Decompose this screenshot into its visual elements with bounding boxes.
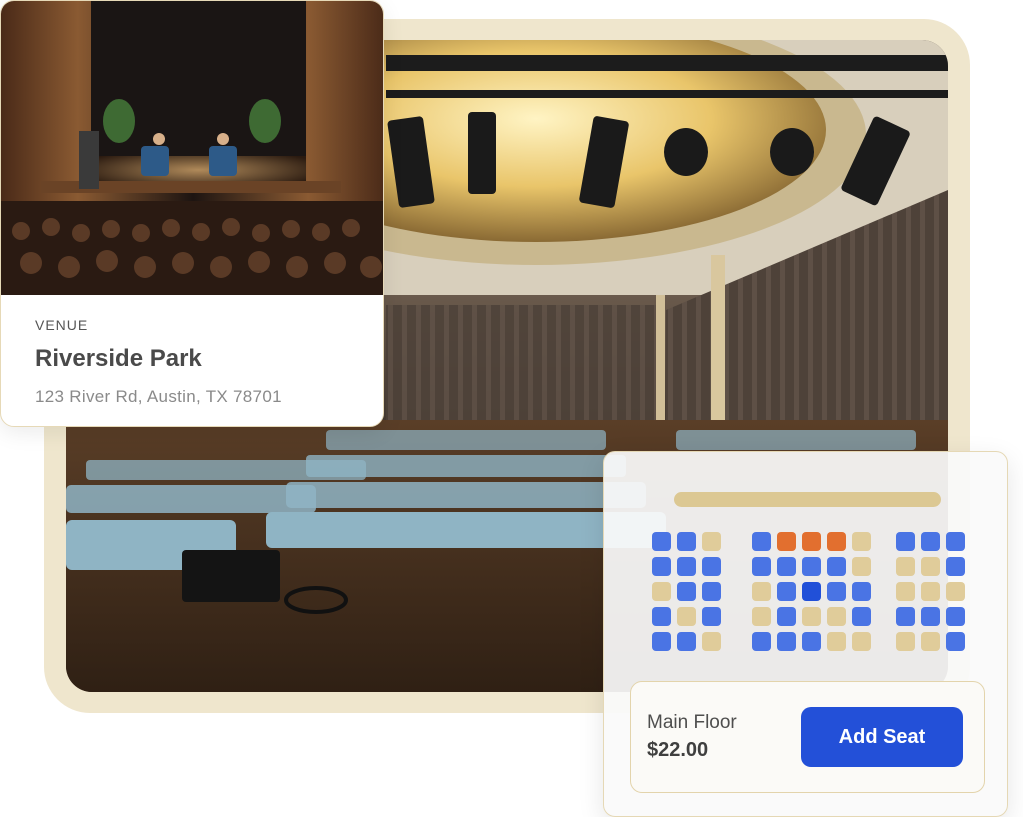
seat-available[interactable] [896,607,915,626]
seat-available[interactable] [652,557,671,576]
seat-available[interactable] [802,632,821,651]
seat-sold[interactable] [827,632,846,651]
seat-sold[interactable] [852,632,871,651]
seat-sold[interactable] [652,582,671,601]
seat-sold[interactable] [802,607,821,626]
seat-available[interactable] [852,607,871,626]
seat-sold[interactable] [752,582,771,601]
seat-available[interactable] [677,632,696,651]
seat-available[interactable] [752,632,771,651]
venue-card[interactable]: VENUE Riverside Park 123 River Rd, Austi… [0,0,384,427]
seat-block-left [652,532,721,651]
venue-name[interactable]: Riverside Park [35,345,363,373]
seat-available[interactable] [896,532,915,551]
seat-sold[interactable] [921,632,940,651]
seat-available[interactable] [677,582,696,601]
seat-available[interactable] [752,557,771,576]
seat-available[interactable] [921,532,940,551]
seat-sold[interactable] [852,532,871,551]
seat-available[interactable] [921,607,940,626]
seat-available[interactable] [946,532,965,551]
venue-kicker: VENUE [35,317,89,333]
seat-available[interactable] [702,557,721,576]
seat-sold[interactable] [702,632,721,651]
seat-available[interactable] [752,532,771,551]
seat-available[interactable] [652,607,671,626]
seat-sold[interactable] [921,582,940,601]
seat-available[interactable] [946,607,965,626]
seat-available[interactable] [777,582,796,601]
seat-available[interactable] [827,557,846,576]
venue-info: VENUE Riverside Park 123 River Rd, Austi… [35,317,363,407]
seat-available[interactable] [852,582,871,601]
seat-available[interactable] [777,557,796,576]
venue-address: 123 River Rd, Austin, TX 78701 [35,387,282,406]
seat-available[interactable] [827,582,846,601]
seat-sold[interactable] [896,582,915,601]
seat-held[interactable] [827,532,846,551]
seat-held[interactable] [777,532,796,551]
seat-available[interactable] [702,607,721,626]
add-seat-button[interactable]: Add Seat [801,707,963,767]
seat-available[interactable] [702,582,721,601]
seat-available[interactable] [946,557,965,576]
seat-available[interactable] [802,557,821,576]
stage-indicator [674,492,941,507]
seat-available[interactable] [652,632,671,651]
seat-available[interactable] [677,532,696,551]
seat-sold[interactable] [852,557,871,576]
seat-sold[interactable] [827,607,846,626]
price-value: $22.00 [647,739,709,761]
seat-sold[interactable] [946,582,965,601]
venue-stage-photo [1,1,383,295]
selection-summary: Main Floor $22.00 Add Seat [630,681,985,793]
seat-sold[interactable] [752,607,771,626]
seat-held[interactable] [802,532,821,551]
seat-sold[interactable] [896,632,915,651]
seat-block-center [752,532,871,651]
seat-block-right [896,532,965,651]
seat-available[interactable] [777,632,796,651]
seat-selected[interactable] [802,582,821,601]
seat-sold[interactable] [677,607,696,626]
seat-available[interactable] [777,607,796,626]
seat-available[interactable] [677,557,696,576]
seat-available[interactable] [946,632,965,651]
seat-picker-card: Main Floor $22.00 Add Seat [603,451,1008,817]
section-label: Main Floor [647,712,737,733]
seat-sold[interactable] [702,532,721,551]
seat-available[interactable] [652,532,671,551]
seat-sold[interactable] [896,557,915,576]
seat-sold[interactable] [921,557,940,576]
